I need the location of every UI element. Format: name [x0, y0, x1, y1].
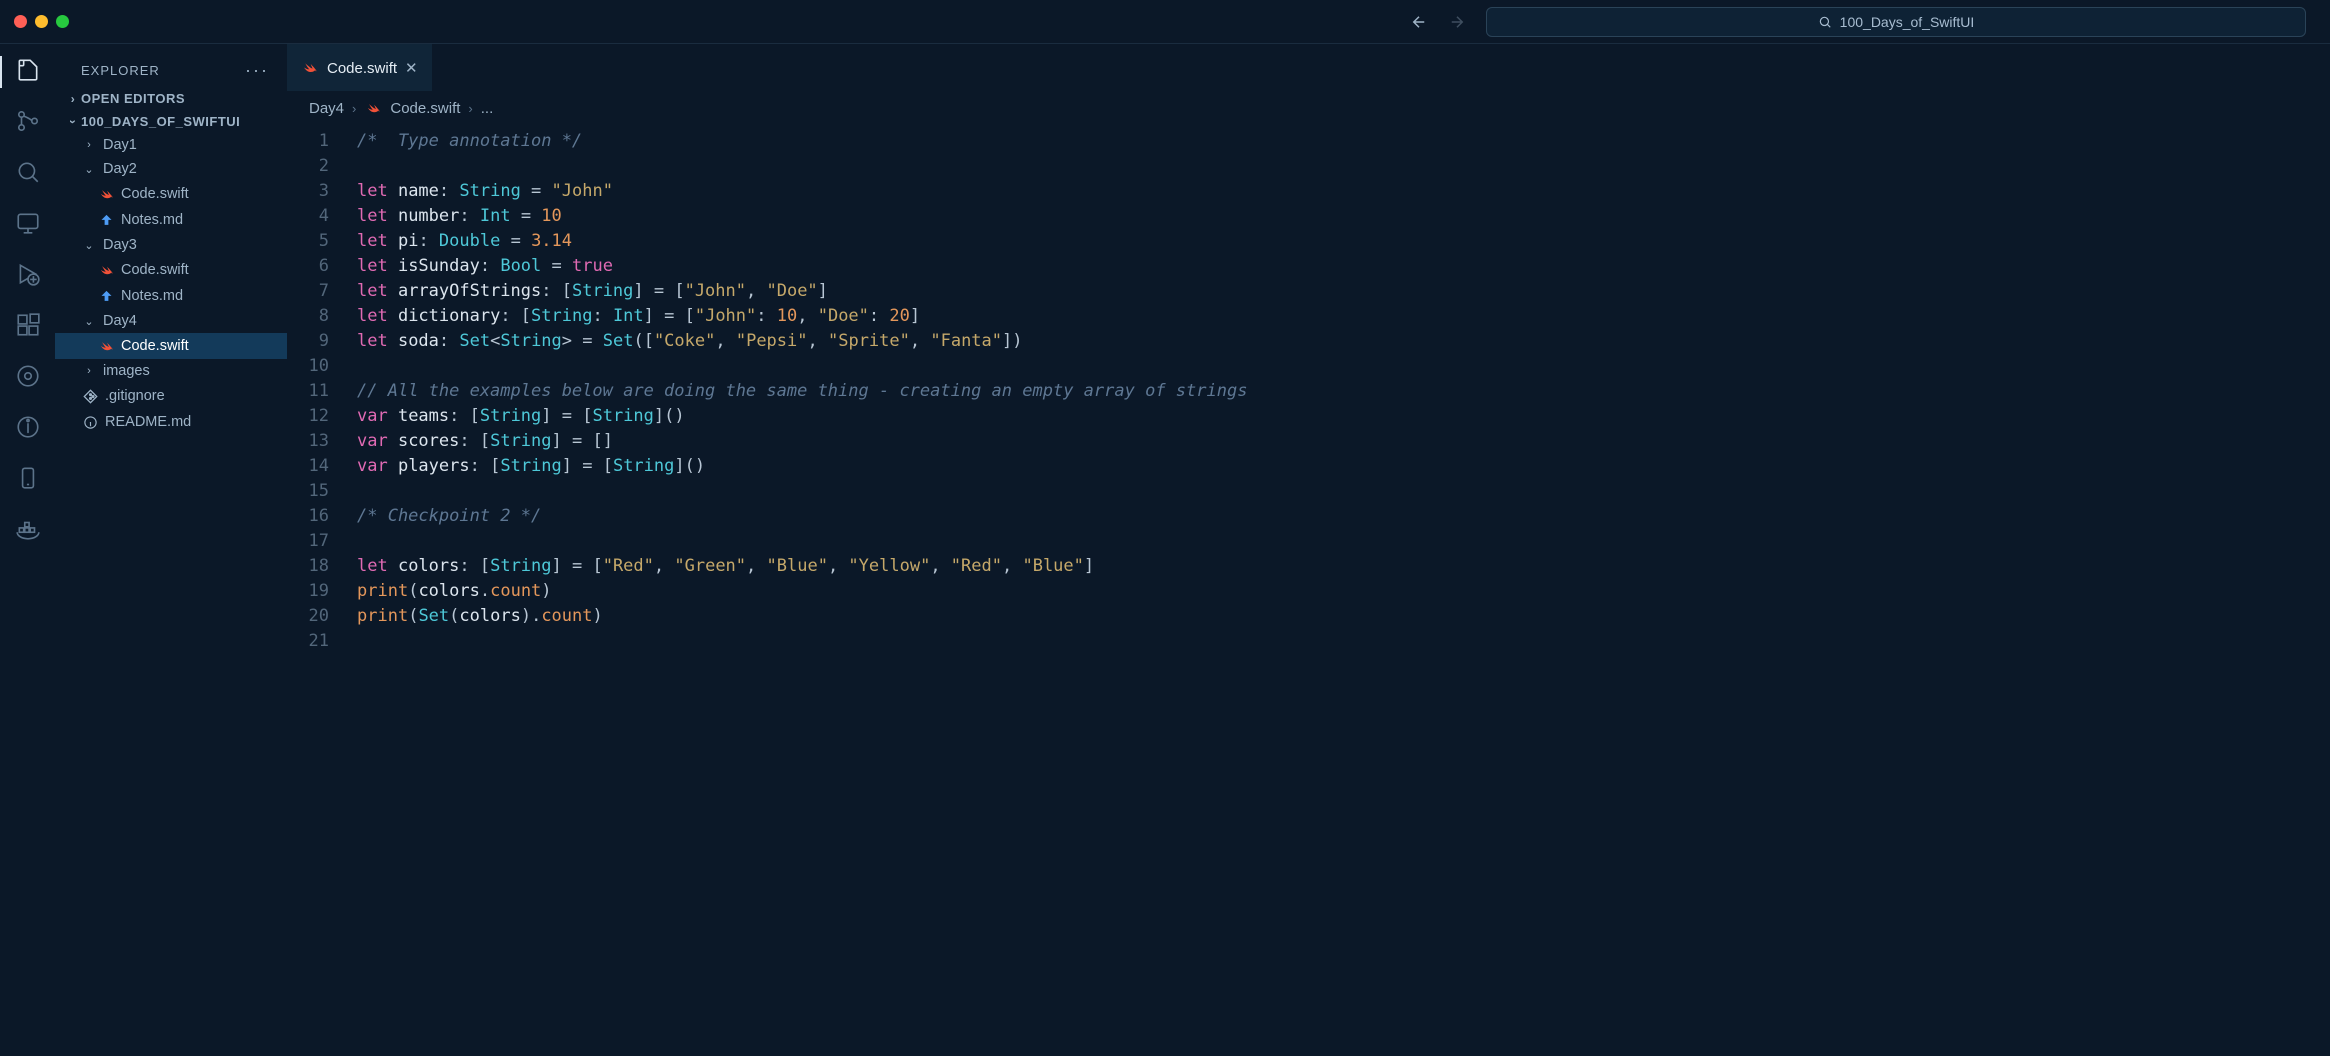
- open-editors-label: OPEN EDITORS: [81, 91, 185, 106]
- run-debug-activity-button[interactable]: [14, 260, 42, 288]
- editor-area: Code.swift ✕ Day4 › Code.swift › ... 123…: [287, 44, 2330, 1056]
- tree-folder[interactable]: › Day1: [55, 133, 287, 157]
- breadcrumbs: Day4 › Code.swift › ...: [287, 91, 2330, 125]
- swift-icon: [301, 59, 319, 77]
- info-icon: [81, 413, 99, 431]
- tree-item-label: Day3: [103, 237, 137, 253]
- tree-folder[interactable]: ⌄ Day2: [55, 157, 287, 181]
- chevron-right-icon: ›: [352, 101, 356, 116]
- nav-forward-button[interactable]: [1448, 13, 1466, 31]
- tree-item-label: .gitignore: [105, 388, 165, 404]
- breadcrumb-file[interactable]: Code.swift: [390, 100, 460, 117]
- tree-item-label: README.md: [105, 414, 191, 430]
- breadcrumb-folder[interactable]: Day4: [309, 100, 344, 117]
- chevron-icon: ›: [81, 365, 97, 377]
- tree-file[interactable]: Notes.md: [55, 207, 287, 233]
- line-numbers: 123456789101112131415161718192021: [287, 129, 357, 654]
- chevron-icon: ⌄: [81, 163, 97, 176]
- remote-explorer-activity-button[interactable]: [14, 209, 42, 237]
- markdown-icon: [97, 287, 115, 305]
- swift-icon: [97, 185, 115, 203]
- tab-close-button[interactable]: ✕: [405, 59, 418, 77]
- sidebar-header: EXPLORER ···: [55, 44, 287, 87]
- tree-item-label: Notes.md: [121, 212, 183, 228]
- window-maximize-button[interactable]: [56, 15, 69, 28]
- window-controls: [14, 15, 69, 28]
- tree-folder[interactable]: › images: [55, 359, 287, 383]
- project-label: 100_DAYS_OF_SWIFTUI: [81, 114, 240, 129]
- command-center-text: 100_Days_of_SwiftUI: [1840, 14, 1975, 30]
- nav-back-button[interactable]: [1410, 13, 1428, 31]
- activity-bar: [0, 44, 55, 1056]
- chevron-down-icon: ›: [66, 114, 80, 130]
- swift-icon: [97, 337, 115, 355]
- tree-file[interactable]: Code.swift: [55, 181, 287, 207]
- sidebar-more-button[interactable]: ···: [245, 60, 269, 81]
- tree-file[interactable]: Code.swift: [55, 333, 287, 359]
- source-control-activity-button[interactable]: [14, 107, 42, 135]
- chevron-right-icon: ›: [65, 92, 81, 106]
- tree-item-label: Day4: [103, 313, 137, 329]
- tree-item-label: Notes.md: [121, 288, 183, 304]
- tree-file[interactable]: README.md: [55, 409, 287, 435]
- open-editors-section[interactable]: › OPEN EDITORS: [55, 87, 287, 110]
- docker-activity-button[interactable]: [14, 515, 42, 543]
- window-close-button[interactable]: [14, 15, 27, 28]
- code-editor[interactable]: 123456789101112131415161718192021 /* Typ…: [287, 125, 2330, 654]
- device-activity-button[interactable]: [14, 464, 42, 492]
- file-tree: › Day1 ⌄ Day2 Code.swift Notes.md ⌄ Day3 Code.sw…: [55, 133, 287, 435]
- nav-arrows: [1410, 13, 1466, 31]
- code-content[interactable]: /* Type annotation */ let name: String =…: [357, 129, 2330, 654]
- tree-item-label: Code.swift: [121, 262, 189, 278]
- swift-icon: [97, 261, 115, 279]
- tree-item-label: Code.swift: [121, 186, 189, 202]
- chevron-icon: ›: [81, 139, 97, 151]
- tree-file[interactable]: Code.swift: [55, 257, 287, 283]
- search-activity-button[interactable]: [14, 158, 42, 186]
- breadcrumb-more[interactable]: ...: [481, 100, 494, 117]
- command-center[interactable]: 100_Days_of_SwiftUI: [1486, 7, 2306, 37]
- window-minimize-button[interactable]: [35, 15, 48, 28]
- tree-item-label: Code.swift: [121, 338, 189, 354]
- tabs-bar: Code.swift ✕: [287, 44, 2330, 91]
- tree-item-label: Day1: [103, 137, 137, 153]
- sidebar-title: EXPLORER: [81, 63, 160, 78]
- tree-item-label: images: [103, 363, 150, 379]
- swift-icon: [364, 99, 382, 117]
- tree-folder[interactable]: ⌄ Day4: [55, 309, 287, 333]
- tree-file[interactable]: Notes.md: [55, 283, 287, 309]
- github-activity-button[interactable]: [14, 413, 42, 441]
- git-icon: [81, 387, 99, 405]
- tree-file[interactable]: .gitignore: [55, 383, 287, 409]
- extensions-activity-button[interactable]: [14, 311, 42, 339]
- chevron-right-icon: ›: [468, 101, 472, 116]
- tree-item-label: Day2: [103, 161, 137, 177]
- chevron-icon: ⌄: [81, 315, 97, 328]
- explorer-activity-button[interactable]: [14, 56, 42, 84]
- titlebar: 100_Days_of_SwiftUI: [0, 0, 2330, 44]
- tab-filename: Code.swift: [327, 60, 397, 77]
- tree-folder[interactable]: ⌄ Day3: [55, 233, 287, 257]
- search-icon: [1818, 15, 1832, 29]
- sidebar: EXPLORER ··· › OPEN EDITORS › 100_DAYS_O…: [55, 44, 287, 1056]
- markdown-icon: [97, 211, 115, 229]
- tab-code-swift[interactable]: Code.swift ✕: [287, 44, 432, 91]
- gitlens-activity-button[interactable]: [14, 362, 42, 390]
- project-section[interactable]: › 100_DAYS_OF_SWIFTUI: [55, 110, 287, 133]
- chevron-icon: ⌄: [81, 239, 97, 252]
